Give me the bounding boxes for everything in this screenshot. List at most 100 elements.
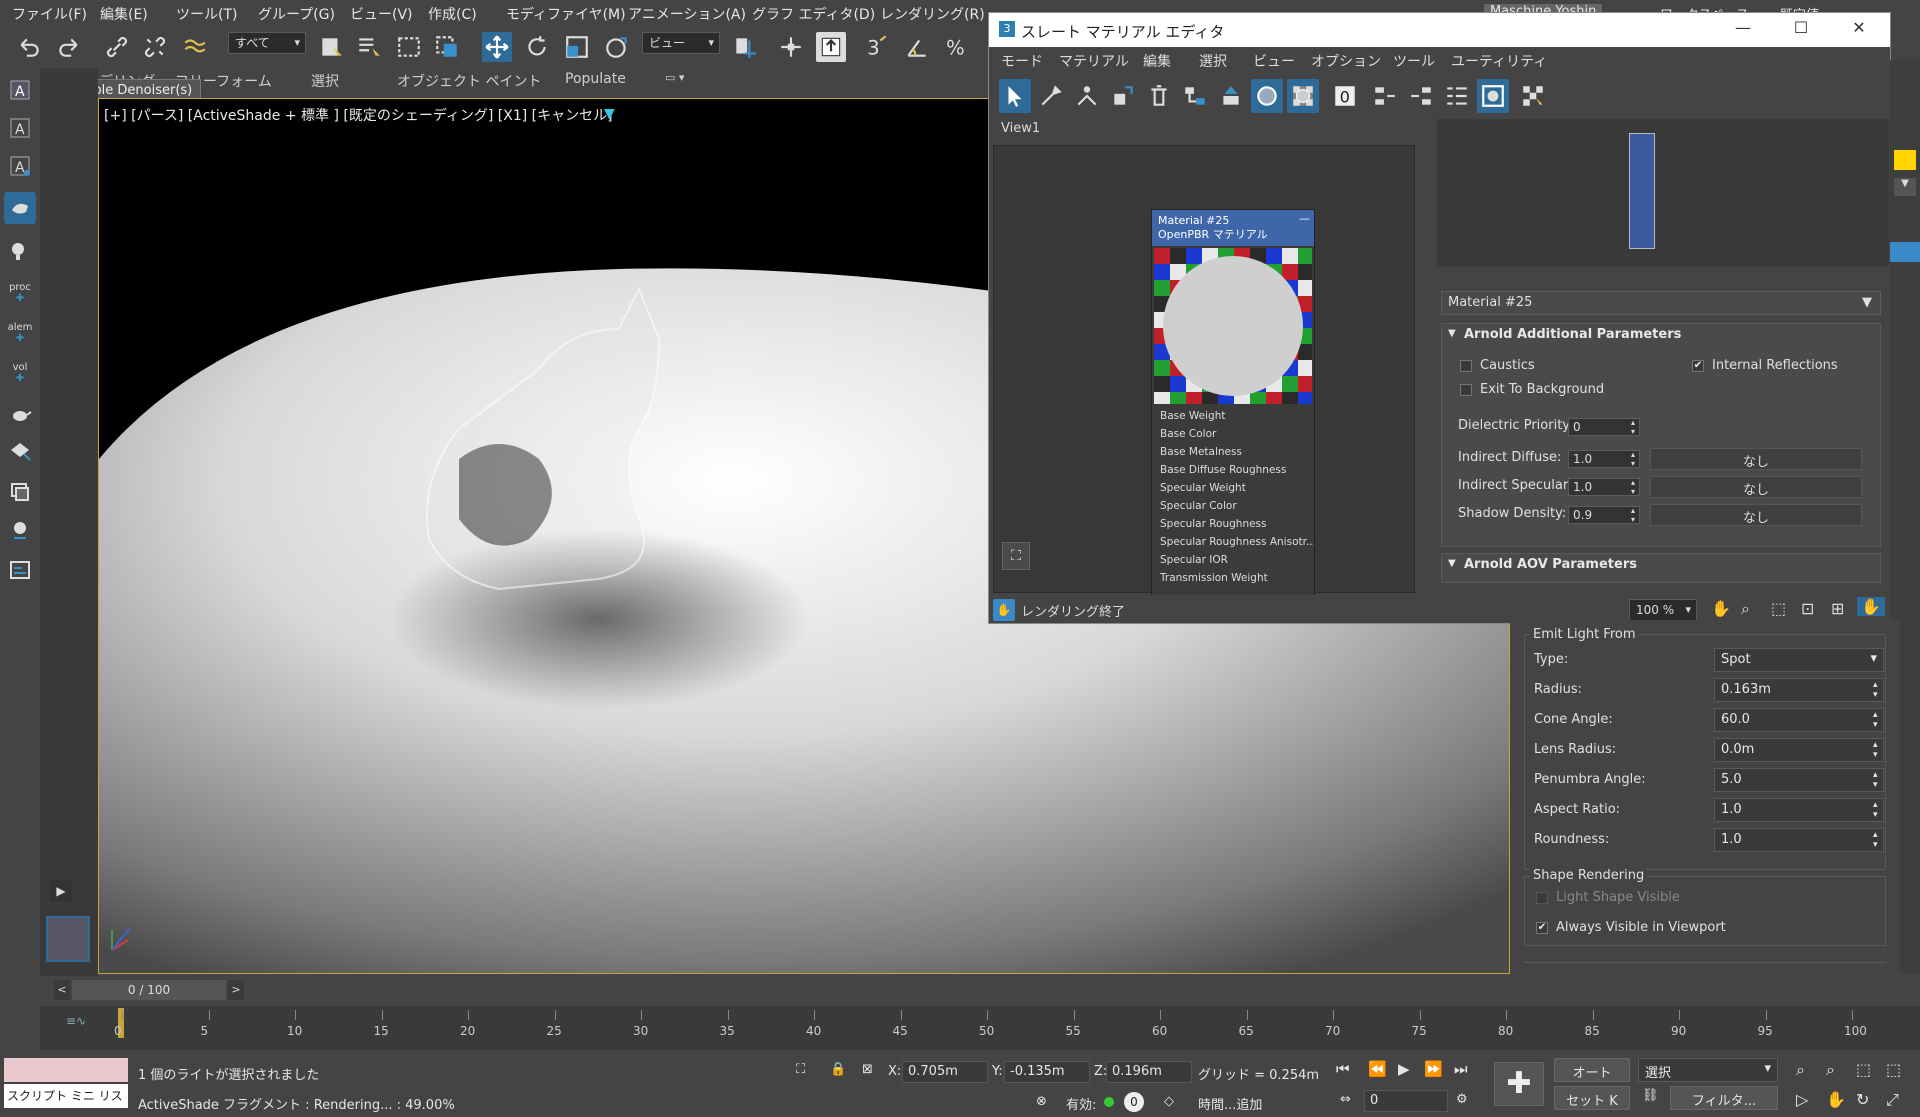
shadow-density-spinner[interactable]: 0.9: [1568, 506, 1640, 524]
rollout-arnold-additional-header[interactable]: Arnold Additional Parameters: [1442, 324, 1880, 346]
prev-frame-icon[interactable]: <: [54, 980, 70, 1000]
filter-icon[interactable]: ▼: [604, 106, 615, 122]
sme-menu-view[interactable]: ビュー: [1253, 51, 1295, 71]
delete-icon[interactable]: [1143, 79, 1175, 113]
key-mode-icon[interactable]: ⇔: [1340, 1092, 1351, 1107]
slot-specular-ior[interactable]: Specular IOR: [1152, 554, 1314, 572]
window-crossing-icon[interactable]: [432, 32, 462, 62]
keyboard-shortcut-override-icon[interactable]: [816, 32, 846, 62]
ribbon-tab-populate[interactable]: Populate: [565, 71, 626, 87]
menu-rendering[interactable]: レンダリング(R): [880, 4, 985, 24]
zoom-extents-icon[interactable]: ⬚: [1856, 1060, 1871, 1079]
menu-graph-editors[interactable]: グラフ エディタ(D): [752, 4, 875, 24]
link-icon[interactable]: [102, 32, 132, 62]
eyedropper-icon[interactable]: [1035, 79, 1067, 113]
lens-radius-spinner[interactable]: 0.0m: [1714, 738, 1884, 762]
y-coord-field[interactable]: -0.135m: [1004, 1061, 1090, 1083]
set-key-button[interactable]: セット K: [1554, 1086, 1630, 1110]
arnold-render-view-icon[interactable]: A: [4, 150, 36, 182]
time-config-icon[interactable]: ⚙: [1456, 1092, 1468, 1107]
layers-icon[interactable]: [4, 476, 36, 508]
menu-view[interactable]: ビュー(V): [350, 4, 413, 24]
maxscript-mini-listener[interactable]: スクリプト ミニ リス: [4, 1084, 128, 1108]
zoom-icon[interactable]: ⌕: [1796, 1060, 1805, 1080]
render-setup-icon[interactable]: [4, 554, 36, 586]
denoiser-icon[interactable]: [4, 192, 36, 224]
caustics-checkbox[interactable]: [1460, 360, 1472, 372]
next-key-icon[interactable]: ⏩: [1424, 1060, 1443, 1078]
time-tag[interactable]: 時間...追加: [1198, 1094, 1262, 1113]
slot-base-color[interactable]: Base Color: [1152, 428, 1314, 446]
light-type-dropdown[interactable]: Spot: [1714, 648, 1884, 672]
z-coord-field[interactable]: 0.196m: [1106, 1061, 1192, 1083]
layout-all-icon[interactable]: [1369, 79, 1401, 113]
snaps-toggle-icon[interactable]: 3: [862, 32, 892, 62]
alembic-create[interactable]: alem ✚: [4, 314, 36, 352]
slot-base-weight[interactable]: Base Weight: [1152, 410, 1314, 428]
pan-icon[interactable]: ✋: [1711, 599, 1731, 618]
play-icon[interactable]: ▶: [1398, 1060, 1410, 1078]
chevron-down-icon[interactable]: ▼: [1894, 178, 1916, 196]
indirect-specular-spinner[interactable]: 1.0: [1568, 478, 1640, 496]
current-frame-field[interactable]: 0: [1364, 1090, 1448, 1112]
fov-icon[interactable]: ▷: [1796, 1090, 1808, 1109]
indirect-diffuse-map-button[interactable]: なし: [1650, 448, 1862, 470]
maxscript-listener-pink[interactable]: [4, 1058, 128, 1082]
material-map-browser-icon[interactable]: [1441, 79, 1473, 113]
selection-lock-icon[interactable]: 0: [1124, 1092, 1144, 1112]
goto-start-icon[interactable]: ⏮: [1336, 1060, 1350, 1078]
x-coord-field[interactable]: 0.705m: [902, 1061, 988, 1083]
show-background-icon[interactable]: [1287, 79, 1319, 113]
viewport-label[interactable]: [+] [パース] [ActiveShade + 標準 ] [既定のシェーディン…: [104, 105, 613, 125]
zoom-extents-icon[interactable]: ⊡: [1801, 599, 1814, 618]
sme-menu-tools[interactable]: ツール: [1393, 51, 1435, 71]
select-object-icon[interactable]: [316, 32, 346, 62]
material-node[interactable]: Material #25 OpenPBR マテリアル — Base Weight…: [1151, 209, 1315, 601]
prev-key-icon[interactable]: ⏪: [1368, 1060, 1387, 1078]
material-id-icon[interactable]: 0: [1329, 79, 1361, 113]
arnold-light-icon[interactable]: [4, 236, 36, 268]
lock-icon[interactable]: 🔒: [830, 1062, 846, 1077]
key-filter-select[interactable]: 選択: [1638, 1058, 1778, 1082]
next-frame-icon[interactable]: >: [228, 980, 244, 1000]
slot-transmission-weight[interactable]: Transmission Weight: [1152, 572, 1314, 590]
undo-icon[interactable]: [14, 32, 44, 62]
sme-menu-mode[interactable]: モード: [1001, 51, 1043, 71]
indirect-specular-map-button[interactable]: なし: [1650, 476, 1862, 498]
sme-menu-select[interactable]: 選択: [1199, 51, 1227, 71]
slot-specular-roughness[interactable]: Specular Roughness: [1152, 518, 1314, 536]
slot-specular-roughness-anisotropy[interactable]: Specular Roughness Anisotr...: [1152, 536, 1314, 554]
teapot-icon[interactable]: [4, 398, 36, 430]
zoom-dropdown[interactable]: 100 %: [1629, 599, 1697, 621]
arnold-ipr-icon[interactable]: A: [4, 112, 36, 144]
select-manipulate-icon[interactable]: [776, 32, 806, 62]
ribbon-options-icon[interactable]: ▭ ▾: [665, 71, 684, 84]
sme-titlebar[interactable]: 3 スレート マテリアル エディタ — ☐ ✕: [989, 13, 1890, 47]
slot-base-metalness[interactable]: Base Metalness: [1152, 446, 1314, 464]
unlink-icon[interactable]: [140, 32, 170, 62]
menu-file[interactable]: ファイル(F): [12, 4, 87, 24]
minimize-icon[interactable]: —: [1723, 18, 1763, 42]
key-filters-button[interactable]: フィルタ...: [1670, 1086, 1778, 1110]
menu-create[interactable]: 作成(C): [428, 4, 477, 24]
hide-unused-icon[interactable]: [1215, 79, 1247, 113]
slot-base-diffuse-roughness[interactable]: Base Diffuse Roughness: [1152, 464, 1314, 482]
assign-material-icon[interactable]: [1107, 79, 1139, 113]
material-name-dropdown[interactable]: Material #25 ▼: [1441, 291, 1881, 315]
place-icon[interactable]: [602, 32, 632, 62]
sme-menu-edit[interactable]: 編集: [1143, 51, 1171, 71]
sme-menu-utilities[interactable]: ユーティリティ: [1451, 51, 1547, 71]
rollout-arnold-aov-header[interactable]: Arnold AOV Parameters: [1442, 554, 1880, 576]
collapse-icon[interactable]: —: [1299, 212, 1310, 226]
menu-edit[interactable]: 編集(E): [100, 4, 148, 24]
goto-end-icon[interactable]: ⏭: [1454, 1060, 1468, 1078]
navigator-binoculars-icon[interactable]: ⛶: [1002, 542, 1030, 570]
reference-coord-dropdown[interactable]: ビュー: [642, 32, 720, 54]
ribbon-tab-selection[interactable]: 選択: [311, 71, 339, 91]
zoom-region-icon[interactable]: ⬚: [1771, 599, 1786, 618]
zoom-extents-selected-icon[interactable]: ⊞: [1831, 599, 1844, 618]
show-map-icon[interactable]: [1251, 79, 1283, 113]
pivot-icon[interactable]: [730, 32, 760, 62]
orbit-icon[interactable]: ↻: [1856, 1090, 1869, 1109]
geometry-create-icon[interactable]: [4, 434, 36, 466]
